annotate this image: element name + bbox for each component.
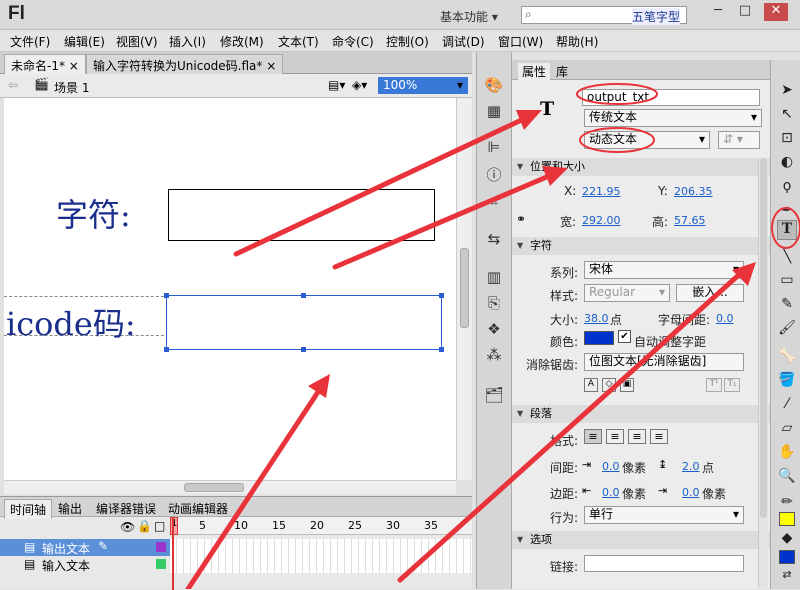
arrow-from-text-tool — [397, 269, 745, 583]
arrowhead — [732, 262, 756, 286]
arrow-to-instance-name — [233, 113, 533, 257]
arrow-to-output-field — [185, 389, 321, 589]
arrow-to-position — [332, 170, 559, 270]
annotation-overlay — [185, 83, 800, 589]
highlight-instance-name — [576, 83, 658, 105]
highlight-text-tool — [771, 207, 800, 249]
highlight-text-type — [579, 127, 655, 153]
